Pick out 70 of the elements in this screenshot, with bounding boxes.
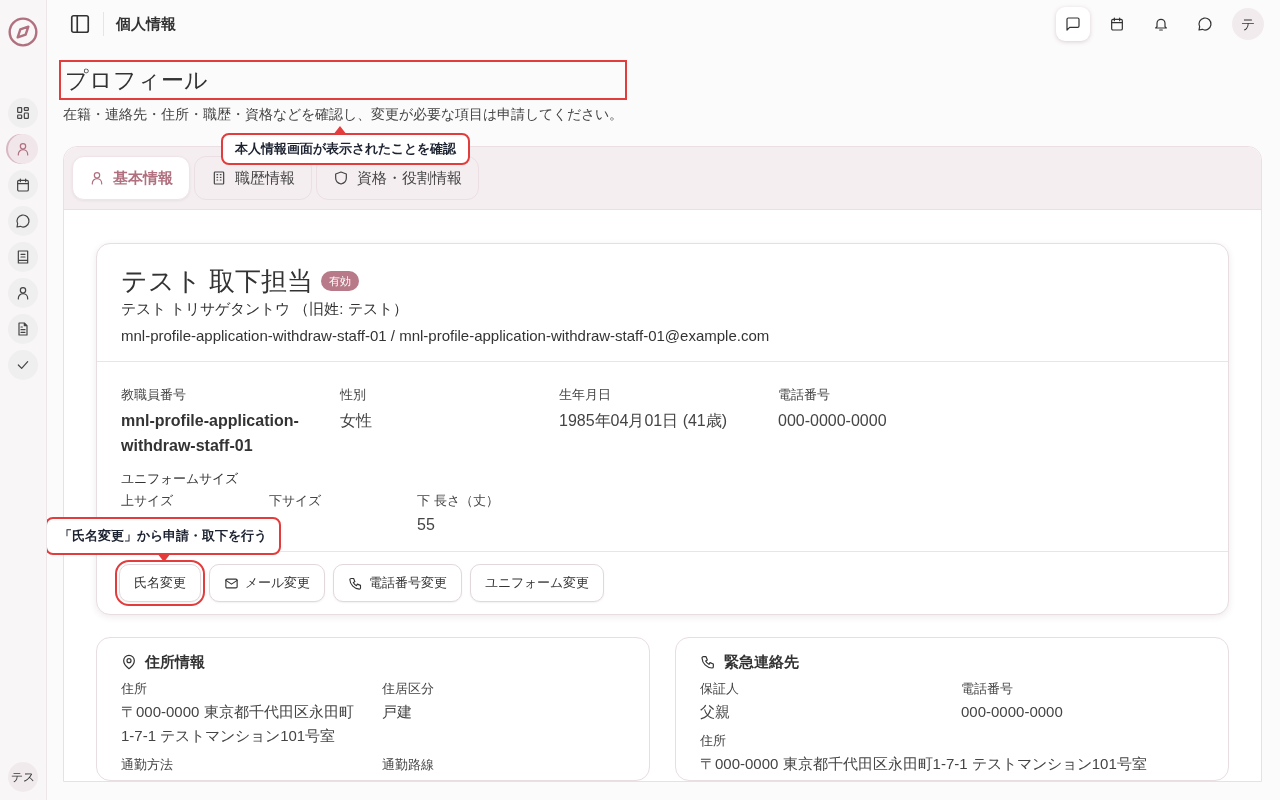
chat-icon: [1197, 16, 1213, 32]
person-name: テスト 取下担当: [121, 265, 314, 298]
field-label: 電話番号: [961, 680, 1014, 698]
sidebar-toggle-icon: [69, 13, 91, 35]
person-icon: [15, 140, 31, 157]
book-icon: [15, 248, 31, 265]
field-value: 000-0000-0000: [961, 702, 1064, 722]
field-label: 住所: [121, 680, 148, 698]
sidebar-item[interactable]: [8, 97, 38, 128]
annotation-tooltip: 「氏名変更」から申請・取下を行う: [47, 517, 281, 555]
phone-icon: [700, 654, 716, 670]
tab[interactable]: 職歴情報: [194, 156, 312, 200]
card-title: 緊急連絡先: [724, 652, 799, 672]
page-description: 在籍・連絡先・住所・職歴・資格などを確認し、変更が必要な項目は申請してください。: [63, 105, 623, 124]
field-label: 保証人: [700, 680, 740, 698]
field-label: 住所: [700, 732, 727, 750]
calendar-icon: [1109, 16, 1125, 32]
account-info: mnl-profile-application-withdraw-staff-01 / mnl-profile-application-withdraw-staff-01@example.com: [121, 326, 771, 346]
sidebar-item[interactable]: [8, 169, 38, 200]
change-request-button[interactable]: 電話番号変更: [333, 564, 462, 602]
shield-icon: [333, 170, 349, 186]
field-value: 55: [417, 515, 436, 535]
header-title: 個人情報: [116, 13, 176, 34]
compass-icon: [7, 16, 39, 48]
sidebar-item[interactable]: [8, 241, 38, 272]
user-avatar[interactable]: テス: [8, 762, 38, 792]
name-reading: テスト トリサゲタントウ （旧姓: テスト）: [121, 299, 409, 319]
document-icon: [15, 320, 31, 337]
calendar-icon: [15, 176, 31, 193]
annotation-tooltip: 本人情報画面が表示されたことを確認: [221, 133, 470, 165]
page-title: プロフィール: [59, 60, 627, 100]
field-label: 通勤方法: [121, 756, 174, 774]
message-icon: [1065, 16, 1081, 32]
callout-pointer-icon: [157, 553, 171, 562]
field-label: 下 長さ（丈）: [417, 492, 500, 510]
field-label: 生年月日: [559, 386, 612, 404]
dashboard-icon: [15, 104, 31, 121]
field-label: 住居区分: [382, 680, 435, 698]
field-value: 女性: [340, 411, 373, 431]
field-label: 性別: [340, 386, 367, 404]
chat-icon: [15, 212, 31, 229]
location-pin-icon: [121, 654, 137, 670]
field-label: 下サイズ: [269, 492, 322, 510]
field-label: 上サイズ: [121, 492, 174, 510]
mail-icon: [224, 575, 239, 591]
field-value: 父親: [700, 702, 731, 722]
field-value: 000-0000-0000: [778, 411, 888, 431]
field-value: mnl-profile-application-withdraw-staff-01: [121, 411, 300, 456]
person-icon: [89, 170, 105, 186]
change-request-button[interactable]: メール変更: [209, 564, 325, 602]
sidebar-item[interactable]: [8, 205, 38, 236]
field-label: 電話番号: [778, 386, 831, 404]
user-avatar[interactable]: テ: [1232, 8, 1264, 40]
field-label: 教職員番号: [121, 386, 187, 404]
building-icon: [211, 170, 227, 186]
change-request-button[interactable]: ユニフォーム変更: [470, 564, 604, 602]
bell-icon: [1153, 16, 1169, 32]
tab[interactable]: 基本情報: [72, 156, 190, 200]
person-icon: [15, 284, 31, 301]
field-value: 1985年04月01日 (41歳): [559, 411, 729, 431]
status-badge: 有効: [321, 271, 360, 291]
sidebar-item[interactable]: [8, 313, 38, 344]
field-value: 〒000-0000 東京都千代田区永田町1-7-1 テストマンション101号室: [121, 702, 355, 746]
field-value: 戸建: [382, 702, 413, 722]
card-title: 住所情報: [145, 652, 205, 672]
phone-icon: [348, 575, 363, 591]
section-label: ユニフォームサイズ: [121, 470, 239, 488]
field-value: 〒000-0000 東京都千代田区永田町1-7-1 テストマンション101号室: [700, 754, 1148, 774]
field-label: 通勤路線: [382, 756, 435, 774]
sidebar-item[interactable]: [8, 277, 38, 308]
